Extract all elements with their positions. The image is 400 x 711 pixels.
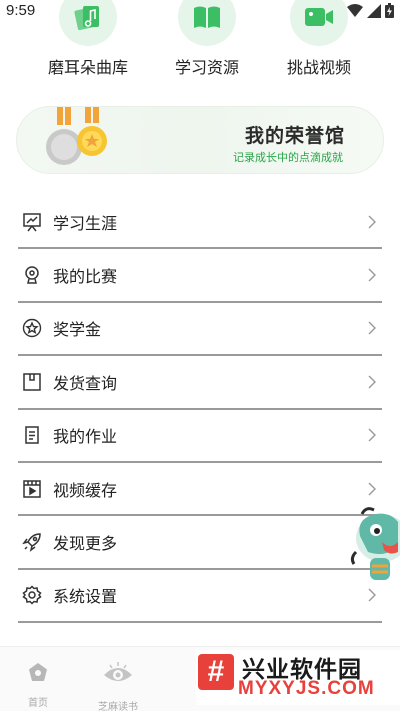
menu-list: 学习生涯 我的比赛 奖学金 发货查询 我的作业 视频缓存 发现更多 系统设置 [18, 196, 382, 624]
tab-label: 首页 [28, 698, 48, 709]
menu-item-label: 学习生涯 [53, 215, 118, 233]
medals-icon [46, 107, 107, 165]
chevron-right-icon [368, 482, 376, 496]
package-icon [21, 371, 43, 393]
watermark: # 兴业软件园 MYXYJS.COM [196, 650, 400, 705]
quick-action-label: 磨耳朵曲库 [47, 60, 128, 77]
menu-item-discover-more[interactable]: 发现更多 [18, 516, 382, 570]
menu-item-system-settings[interactable]: 系统设置 [18, 570, 382, 624]
menu-item-label: 发货查询 [53, 375, 118, 393]
menu-item-label: 我的比赛 [53, 269, 118, 287]
honor-hall-banner[interactable]: 我的荣誉馆 记录成长中的点滴成就 [16, 106, 384, 174]
banner-title: 我的荣誉馆 [244, 126, 345, 147]
menu-item-label: 系统设置 [53, 589, 118, 607]
menu-item-scholarship[interactable]: 奖学金 [18, 303, 382, 357]
document-icon [21, 424, 43, 446]
book-icon [178, 0, 236, 46]
quick-actions: 磨耳朵曲库 学习资源 挑战视频 [0, 0, 400, 80]
menu-item-my-competitions[interactable]: 我的比赛 [18, 249, 382, 303]
mascot-icon[interactable] [346, 506, 400, 586]
quick-action-music-library[interactable]: 磨耳朵曲库 [33, 0, 143, 78]
chevron-right-icon [368, 428, 376, 442]
video-camera-icon [290, 0, 348, 46]
banner-subtitle: 记录成长中的点滴成就 [233, 152, 343, 164]
menu-item-label: 视频缓存 [53, 482, 118, 500]
quick-action-label: 挑战视频 [286, 60, 351, 77]
tab-label: 芝麻读书 [98, 702, 138, 711]
home-icon [29, 663, 47, 681]
quick-action-label: 学习资源 [174, 60, 239, 77]
chevron-right-icon [368, 215, 376, 229]
tab-home[interactable]: 首页 [8, 661, 68, 709]
film-icon [21, 478, 43, 500]
tab-sesame-reading[interactable]: 芝麻读书 [88, 661, 148, 711]
chevron-right-icon [368, 268, 376, 282]
menu-item-my-homework[interactable]: 我的作业 [18, 410, 382, 463]
menu-item-video-cache[interactable]: 视频缓存 [18, 463, 382, 517]
chevron-right-icon [368, 321, 376, 335]
gear-icon [21, 584, 43, 606]
menu-item-label: 发现更多 [53, 536, 118, 554]
chevron-right-icon [368, 375, 376, 389]
rocket-icon [21, 531, 43, 553]
menu-item-label: 奖学金 [53, 322, 102, 340]
quick-action-challenge-video[interactable]: 挑战视频 [264, 0, 374, 78]
trophy-icon [21, 264, 43, 286]
star-badge-icon [21, 317, 43, 339]
menu-item-study-career[interactable]: 学习生涯 [18, 196, 382, 250]
chevron-right-icon [368, 588, 376, 602]
presentation-chart-icon [21, 211, 43, 233]
music-cards-icon [59, 0, 117, 46]
menu-item-label: 我的作业 [53, 429, 118, 447]
eye-book-icon [104, 662, 132, 681]
watermark-text-en: MYXYJS.COM [238, 678, 375, 699]
quick-action-learning-resources[interactable]: 学习资源 [152, 0, 262, 78]
watermark-logo: # [198, 654, 234, 690]
menu-item-shipping-query[interactable]: 发货查询 [18, 356, 382, 410]
